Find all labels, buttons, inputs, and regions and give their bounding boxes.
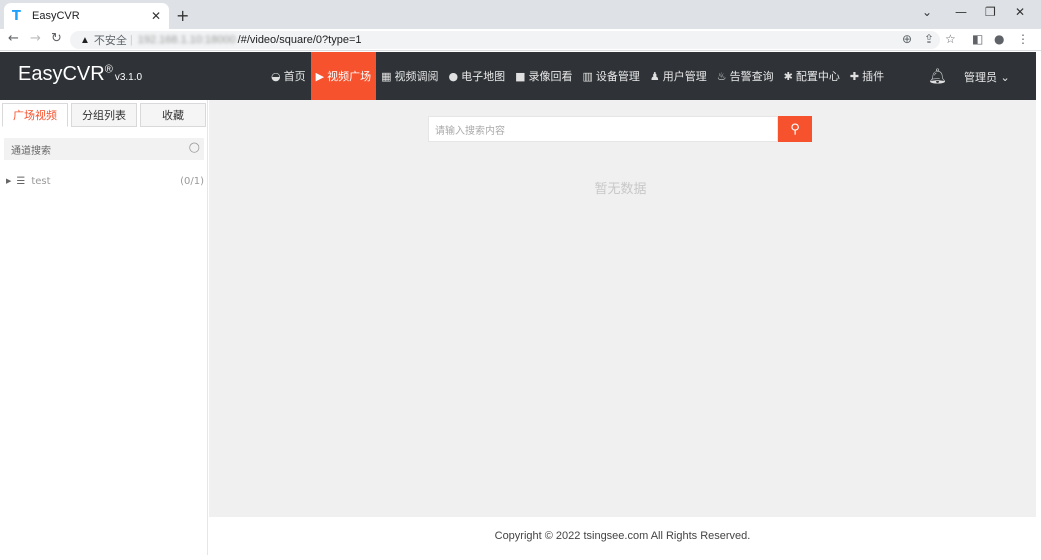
search-icon: ⚲ [790, 121, 800, 137]
menu-label: 视频调阅 [394, 70, 439, 83]
top-menu: ◒ 首页 ▶ 视频广场 ▦ 视频调阅 ● 电子地图 ■ 录像回看 ▥ 设备管理 … [266, 52, 889, 100]
browser-tab-bar: T EasyCVR ✕ + ⌄ — ❐ ✕ [0, 0, 1041, 29]
address-host: 192.168.1.10:18000 [137, 34, 236, 46]
sidebar: 广场视频 分组列表 收藏 通道搜索 ○ ▶ ☰ test (0/1) [0, 100, 208, 555]
menu-item-emap[interactable]: ● 电子地图 [443, 52, 510, 100]
tree-node-label: test [31, 175, 51, 187]
tab-favorites[interactable]: 收藏 [140, 103, 206, 127]
app-header: EasyCVR®v3.1.0 ◒ 首页 ▶ 视频广场 ▦ 视频调阅 ● 电子地图… [0, 52, 1036, 100]
side-panel-icon[interactable]: ◧ [972, 32, 983, 46]
forward-icon[interactable]: → [30, 31, 41, 46]
share-icon[interactable]: ⇪ [924, 32, 934, 46]
device-icon: ▥ [582, 69, 593, 83]
channel-search-placeholder: 通道搜索 [11, 145, 51, 157]
user-menu[interactable]: 管理员 ⌄ [964, 69, 1010, 85]
dashboard-icon: ◒ [271, 69, 281, 83]
menu-item-video-review[interactable]: ▦ 视频调阅 [376, 52, 443, 100]
puzzle-icon: ✚ [849, 69, 860, 83]
easycvr-favicon-icon: T [12, 8, 21, 24]
version-label: v3.1.0 [114, 72, 143, 83]
search-input[interactable]: 请输入搜索内容 [428, 116, 778, 142]
warning-icon: ▲ [80, 34, 90, 46]
video-camera-icon: ■ [515, 69, 526, 83]
menu-label: 电子地图 [461, 70, 506, 83]
menu-item-playback[interactable]: ■ 录像回看 [510, 52, 577, 100]
menu-item-devices[interactable]: ▥ 设备管理 [578, 52, 645, 100]
grid-icon: ▦ [381, 69, 392, 83]
empty-state-text: 暂无数据 [594, 182, 647, 197]
search-button[interactable]: ⚲ [778, 116, 812, 142]
profile-icon[interactable]: ● [994, 32, 1004, 46]
menu-label: 告警查询 [729, 70, 774, 83]
menu-item-plugins[interactable]: ✚ 插件 [845, 52, 889, 100]
menu-label: 配置中心 [795, 70, 840, 83]
tree-node-count: (0/1) [180, 175, 204, 187]
search-placeholder: 请输入搜索内容 [435, 125, 505, 137]
bookmark-star-icon[interactable]: ☆ [945, 32, 956, 46]
menu-item-video-square[interactable]: ▶ 视频广场 [310, 52, 377, 100]
brand-name: EasyCVR [18, 63, 105, 85]
menu-label: 首页 [283, 70, 306, 83]
search-icon[interactable]: ○ [189, 140, 200, 155]
menu-label: 录像回看 [528, 70, 573, 83]
menu-label: 视频广场 [327, 70, 372, 83]
chevron-down-icon: ⌄ [1000, 71, 1010, 84]
tab-title: EasyCVR [32, 10, 80, 22]
tab-close-icon[interactable]: ✕ [151, 9, 161, 23]
sidebar-tabs: 广场视频 分组列表 收藏 [2, 103, 209, 127]
user-name: 管理员 [964, 71, 997, 84]
gear-icon: ✱ [783, 69, 793, 83]
map-pin-icon: ● [448, 69, 459, 83]
tab-group-list[interactable]: 分组列表 [71, 103, 137, 127]
new-tab-icon[interactable]: + [176, 6, 189, 25]
browser-tab[interactable]: T EasyCVR ✕ [4, 3, 169, 29]
menu-item-users[interactable]: ♟ 用户管理 [645, 52, 712, 100]
tab-search-chevron-icon[interactable]: ⌄ [922, 5, 932, 19]
alarm-icon: ♨ [716, 69, 727, 83]
tab-square-video[interactable]: 广场视频 [2, 103, 68, 127]
menu-item-config[interactable]: ✱ 配置中心 [779, 52, 845, 100]
channel-search-input[interactable]: 通道搜索 ○ [4, 138, 204, 160]
back-icon[interactable]: ← [8, 31, 19, 46]
device-list-icon: ☰ [16, 175, 26, 187]
address-bar[interactable]: ▲ 不安全 | 192.168.1.10:18000 /#/video/squa… [70, 31, 940, 49]
main-content: 请输入搜索内容 ⚲ 暂无数据 [209, 100, 1036, 517]
reload-icon[interactable]: ↻ [51, 31, 62, 46]
bell-icon[interactable]: 🔔︎ [928, 67, 947, 85]
restore-icon[interactable]: ❐ [985, 5, 996, 19]
menu-label: 设备管理 [595, 70, 640, 83]
address-path: /#/video/square/0?type=1 [237, 34, 362, 46]
footer: Copyright © 2022 tsingsee.com All Rights… [209, 517, 1036, 555]
menu-item-home[interactable]: ◒ 首页 [266, 52, 311, 100]
registered-mark: ® [104, 63, 113, 76]
minimize-icon[interactable]: — [955, 5, 967, 19]
caret-right-icon[interactable]: ▶ [6, 177, 11, 185]
zoom-icon[interactable]: ⊕ [902, 32, 912, 46]
menu-item-alarms[interactable]: ♨ 告警查询 [712, 52, 779, 100]
users-icon: ♟ [649, 69, 660, 83]
insecure-label: 不安全 [93, 35, 127, 47]
brand-logo[interactable]: EasyCVR®v3.1.0 [18, 63, 142, 86]
more-menu-icon[interactable]: ⋮ [1017, 32, 1029, 46]
tree-node[interactable]: ▶ ☰ test (0/1) [6, 173, 204, 189]
browser-toolbar: ← → ↻ ▲ 不安全 | 192.168.1.10:18000 /#/vide… [0, 29, 1041, 51]
close-window-icon[interactable]: ✕ [1015, 5, 1025, 19]
menu-label: 用户管理 [662, 70, 707, 83]
play-circle-icon: ▶ [315, 69, 325, 83]
menu-label: 插件 [862, 70, 885, 83]
copyright-text: Copyright © 2022 tsingsee.com All Rights… [494, 530, 751, 542]
